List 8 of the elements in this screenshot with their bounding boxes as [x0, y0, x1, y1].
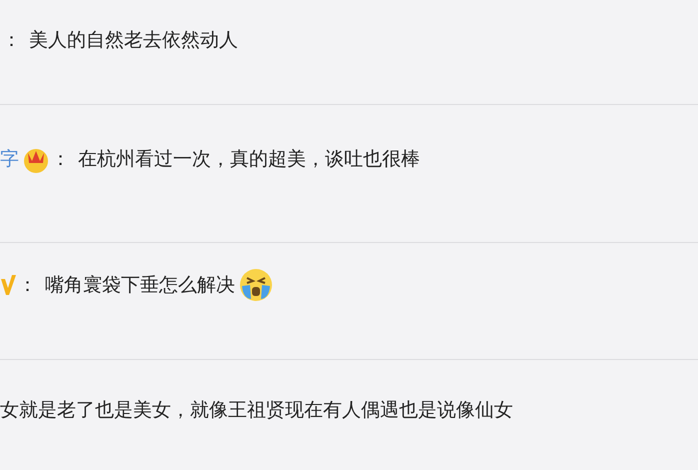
- comment-text: 嘴角寰袋下垂怎么解决: [45, 274, 235, 296]
- colon: ：: [18, 274, 37, 296]
- comment-text: 美人的自然老去依然动人: [29, 28, 238, 52]
- comment-text: 女就是老了也是美女，就像王祖贤现在有人偶遇也是说像仙女: [0, 398, 513, 422]
- colon: ：: [2, 28, 21, 52]
- user-name[interactable]: 字: [0, 148, 19, 171]
- colon: ：: [51, 148, 70, 171]
- comment-text: 在杭州看过一次，真的超美，谈吐也很棒: [78, 148, 420, 171]
